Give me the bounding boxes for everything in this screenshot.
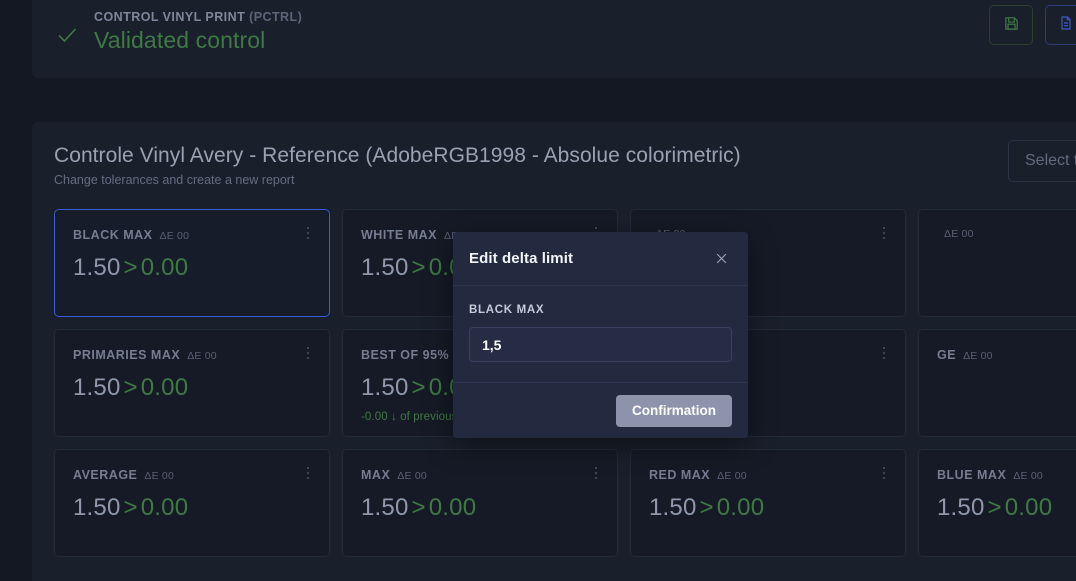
card-head: MAX ΔE 00 [361,468,601,482]
panel-head: Controle Vinyl Avery - Reference (AdobeR… [54,144,1076,187]
card-unit-label: ΔE 00 [397,470,427,482]
header-left-group: CONTROL VINYL PRINT (PCTRL) Validated co… [54,10,302,54]
modal-title: Edit delta limit [469,250,574,267]
confirmation-button[interactable]: Confirmation [616,394,732,427]
tolerance-card[interactable]: PRIMARIES MAX ΔE 00 1.50 >0.00 [54,329,330,437]
card-value: 1.50>0.00 [361,494,601,522]
card-value: 1.50>0.00 [937,494,1076,522]
card-value: 1.50>0.00 [649,494,889,522]
control-header-panel: CONTROL VINYL PRINT (PCTRL) Validated co… [32,0,1076,78]
card-value: 1.50>0.00 [73,494,313,522]
panel-subtitle: Change tolerances and create a new repor… [54,173,295,187]
card-measured-value: 0.00 [428,494,477,521]
floppy-disk-icon [1003,15,1020,35]
card-menu-icon[interactable] [301,224,315,242]
card-limit-value: 1.50 [73,374,121,401]
card-measured-value: 0.00 [140,374,189,401]
card-measured-value: 0.00 [140,494,189,521]
card-label: BEST OF 95% [361,348,450,362]
card-unit-label: ΔE 00 [159,230,190,242]
select-to-label: Select to... [1025,152,1076,169]
panel-title: Controle Vinyl Avery - Reference (AdobeR… [54,144,741,167]
card-menu-icon[interactable] [589,464,603,482]
card-separator: > [699,494,714,521]
control-kicker: CONTROL VINYL PRINT (PCTRL) [94,10,302,24]
card-head: BLACK MAX ΔE 00 [73,228,313,242]
card-menu-icon[interactable] [301,464,315,482]
edit-delta-limit-modal: Edit delta limit BLACK MAX Confirmation [453,232,748,438]
tolerance-card[interactable]: MAX ΔE 00 1.50 >0.00 [342,449,618,557]
card-unit-label: ΔE 00 [144,470,175,482]
card-label: MAX [361,468,391,482]
modal-footer: Confirmation [453,382,748,438]
modal-body: BLACK MAX [453,286,748,382]
card-measured-value: 0.00 [716,494,765,521]
card-menu-icon[interactable] [301,344,315,362]
control-name: CONTROL VINYL PRINT [94,10,246,24]
card-head: AVERAGE ΔE 00 [73,468,313,482]
file-document-icon [1058,15,1074,36]
tolerance-card[interactable]: AVERAGE ΔE 00 1.50 >0.00 [54,449,330,557]
card-label: RED MAX [649,468,711,482]
card-limit-value: 1.50 [649,494,697,521]
select-to-button[interactable]: Select to... [1008,140,1076,182]
card-limit-value: 1.50 [73,494,121,521]
tolerance-card[interactable]: BLUE MAX ΔE 00 1.50 >0.00 [918,449,1076,557]
card-head: RED MAX ΔE 00 [649,468,889,482]
card-unit-label: ΔE 00 [187,350,217,362]
card-separator: > [411,374,426,401]
pdf-export-button[interactable]: PDF ▾ [1045,5,1076,45]
card-separator: > [123,494,138,521]
card-menu-icon[interactable] [877,344,891,362]
card-label: PRIMARIES MAX [73,348,181,362]
card-menu-icon[interactable] [877,464,891,482]
tolerance-card[interactable]: BLACK MAX ΔE 00 1.50 >0.00 [54,209,330,317]
card-head: GE ΔE 00 [937,348,1076,362]
tolerance-card[interactable]: RED MAX ΔE 00 1.50 >0.00 [630,449,906,557]
card-unit-label: ΔE 00 [717,470,747,482]
card-menu-icon[interactable] [877,224,891,242]
delta-limit-input[interactable] [469,327,732,362]
save-button[interactable] [989,5,1033,45]
tolerance-card[interactable]: GE ΔE 00 [918,329,1076,437]
card-unit-label: ΔE 00 [1013,470,1043,482]
card-label: WHITE MAX [361,228,438,242]
card-limit-value: 1.50 [361,254,409,281]
delta-limit-field-label: BLACK MAX [469,304,545,316]
card-separator: > [411,254,426,281]
card-value: 1.50>0.00 [73,254,313,282]
card-unit-label: ΔE 00 [944,228,974,240]
card-measured-value: 0.00 [140,254,189,281]
card-limit-value: 1.50 [361,494,409,521]
card-limit-value: 1.50 [73,254,121,281]
card-head: BLUE MAX ΔE 00 [937,468,1076,482]
card-limit-value: 1.50 [937,494,985,521]
check-icon [54,22,80,48]
card-separator: > [123,374,138,401]
card-separator: > [411,494,426,521]
card-limit-value: 1.50 [361,374,409,401]
card-label: AVERAGE [73,468,138,482]
close-icon[interactable] [710,248,732,270]
card-head: ΔE 00 [937,228,1076,240]
card-label: BLACK MAX [73,228,153,242]
card-label: GE [937,348,957,362]
header-texts: CONTROL VINYL PRINT (PCTRL) Validated co… [94,10,302,54]
card-value: 1.50>0.00 [73,374,313,402]
card-measured-value: 0.00 [1004,494,1053,521]
tolerance-card[interactable]: ΔE 00 [918,209,1076,317]
panel-head-texts: Controle Vinyl Avery - Reference (AdobeR… [54,144,741,187]
card-unit-label: ΔE 00 [963,350,993,362]
card-head: PRIMARIES MAX ΔE 00 [73,348,313,362]
card-separator: > [987,494,1002,521]
control-code: (PCTRL) [249,10,303,24]
card-label: BLUE MAX [937,468,1007,482]
page-title: Validated control [94,27,266,53]
card-separator: > [123,254,138,281]
modal-header: Edit delta limit [453,232,748,286]
